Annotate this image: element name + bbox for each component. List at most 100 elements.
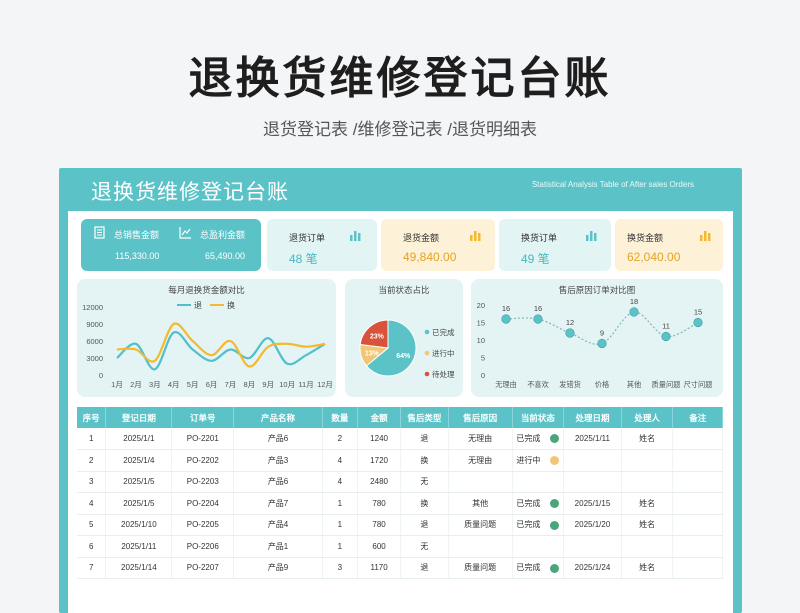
data-label: 11 [662,322,670,331]
y-tick-label: 0 [99,371,103,380]
column-header[interactable]: 备注 [672,407,723,428]
table-cell-product: 产品6 [233,428,323,450]
table-row[interactable]: 6 2025/1/11 PO-2206 产品1 1 600 无 [77,535,723,558]
status-dot-icon [550,456,560,466]
table-cell-date: 2025/1/5 [105,471,173,493]
table-cell-amount: 2480 [357,471,402,493]
dashboard-title: 退换货维修登记台账 [91,181,289,204]
dashboard-body: 总销售金额 115,330.00 总盈利金额 65,490.00 退货订单 48… [68,211,733,613]
table-cell-no: 2 [77,449,107,472]
status-pie-panel: 当前状态占比 64% 13% 23% 已完成 进行中 待处理 [345,279,463,397]
kpi-return-orders[interactable]: 退货订单 48 笔 [267,219,377,271]
kpi-return-orders-value: 48 笔 [289,252,318,266]
legend-label: 换 [227,300,235,310]
column-header[interactable]: 售后原因 [448,407,513,428]
column-header[interactable]: 序号 [77,407,107,428]
column-header[interactable]: 处理日期 [563,407,622,428]
kpi-return-orders-label: 退货订单 [289,233,326,243]
table-cell-status: 已完成 [512,492,565,515]
table-cell-pdate: 2025/1/11 [563,428,622,450]
column-header[interactable]: 金额 [357,407,402,428]
table-cell-date: 2025/1/10 [105,514,173,536]
table-cell-note [672,449,723,472]
column-header[interactable]: 当前状态 [512,407,565,428]
table-cell-order: PO-2206 [171,535,235,558]
kpi-exchange-amount-value: 62,040.00 [627,250,681,264]
x-tick-label: 11月 [298,380,313,389]
legend-label: 待处理 [432,369,455,379]
table-cell-status [512,535,565,558]
table-cell-date: 2025/1/11 [105,535,173,558]
column-header[interactable]: 处理人 [621,407,674,428]
table-cell-pdate: 2025/1/24 [563,557,622,579]
status-dot-icon [550,520,560,530]
table-row[interactable]: 3 2025/1/5 PO-2203 产品6 4 2480 无 [77,471,723,493]
pie-value-label: 23% [370,333,385,340]
table-row[interactable]: 7 2025/1/14 PO-2207 产品9 3 1170 退质量问题 已完成 2025/1/… [77,557,723,579]
column-header[interactable]: 登记日期 [105,407,173,428]
status-dot-icon [550,499,560,509]
table-cell-amount: 1240 [357,428,402,450]
x-tick-label: 10月 [279,380,295,389]
kpi-exchange-orders[interactable]: 换货订单 49 笔 [499,219,611,271]
data-point [501,314,511,324]
kpi-exchange-orders-value: 49 笔 [521,252,550,266]
x-tick-label: 价格 [595,380,610,389]
status-text: 已完成 [516,563,541,573]
column-header[interactable]: 售后类型 [400,407,449,428]
table-cell-order: PO-2201 [171,428,235,450]
pie-value-label: 64% [396,353,411,360]
bar-chart-icon [700,231,711,241]
table-cell-product: 产品7 [233,492,323,515]
table-cell-amount: 780 [357,514,402,536]
x-tick-label: 无理由 [495,380,517,389]
series-line-换 [116,322,326,368]
y-tick-label: 9000 [86,320,103,329]
table-row[interactable]: 5 2025/1/10 PO-2205 产品4 1 780 退质量问题 已完成 2025/1/2… [77,514,723,536]
table-cell-status: 已完成 [512,557,565,579]
table-cell-amount: 1720 [357,449,402,472]
status-dot-icon [550,563,560,573]
table-cell-reason: 质量问题 [448,557,513,579]
y-tick-label: 10 [477,336,485,345]
kpi-return-amount[interactable]: 退货金额 49,840.00 [381,219,495,271]
table-row[interactable]: 4 2025/1/5 PO-2204 产品7 1 780 换其他 已完成 2025/1/15 姓名 [77,492,723,515]
table-row[interactable]: 2 2025/1/4 PO-2202 产品3 4 1720 换无理由 进行中 [77,449,723,472]
x-tick-label: 发错货 [559,380,581,389]
table-cell-type: 换 [400,449,449,472]
table-cell-qty: 2 [322,428,358,450]
bar-chart-icon [470,231,481,241]
reason-line-chart: 20 15 10 5 0 无理由 16 不喜欢 16 发错货 12 价格 9 其他 18 质量问题 11 尺寸问题… [477,297,713,389]
table-cell-reason: 质量问题 [448,514,513,536]
column-header[interactable]: 产品名称 [233,407,323,428]
status-text: 已完成 [516,434,541,443]
table-cell-product: 产品1 [233,535,323,558]
kpi-exchange-orders-label: 换货订单 [521,233,558,243]
table-cell-handler: 姓名 [621,557,674,579]
column-header[interactable]: 数量 [322,407,358,428]
kpi-exchange-amount[interactable]: 换货金额 62,040.00 [615,219,723,271]
data-point [533,314,543,324]
table-row[interactable]: 1 2025/1/1 PO-2201 产品6 2 1240 退无理由 已完成 2025/1/11… [77,428,723,450]
status-text: 已完成 [516,520,541,530]
monthly-chart-panel: 每月退换货金额对比 12000 9000 6000 3000 0 1月 2月 3月 4月 5月 6月… [77,279,336,397]
table-cell-product: 产品4 [233,514,323,536]
table-cell-pdate [563,449,622,472]
table-cell-product: 产品3 [233,449,323,472]
data-label: 16 [534,304,542,313]
dashboard-card: 退换货维修登记台账 Statistical Analysis Table of … [59,168,742,613]
table-cell-handler [621,449,674,472]
table-cell-order: PO-2202 [171,449,235,472]
legend-dot [424,329,430,335]
table-cell-type: 无 [400,471,449,493]
status-dot-icon [550,434,560,444]
kpi-exchange-amount-label: 换货金额 [627,233,664,243]
trend-icon [179,227,191,239]
reason-chart-panel: 售后原因订单对比图 20 15 10 5 0 无理由 16 不喜欢 16 发错货 12 价格 9 其他 18… [471,279,723,397]
table-cell-type: 无 [400,535,449,558]
column-header[interactable]: 订单号 [171,407,235,428]
kpi-sales-profit[interactable]: 总销售金额 115,330.00 总盈利金额 65,490.00 [81,219,261,271]
y-tick-label: 0 [481,371,485,380]
x-tick-label: 4月 [168,380,180,389]
table-cell-no: 6 [77,535,107,558]
